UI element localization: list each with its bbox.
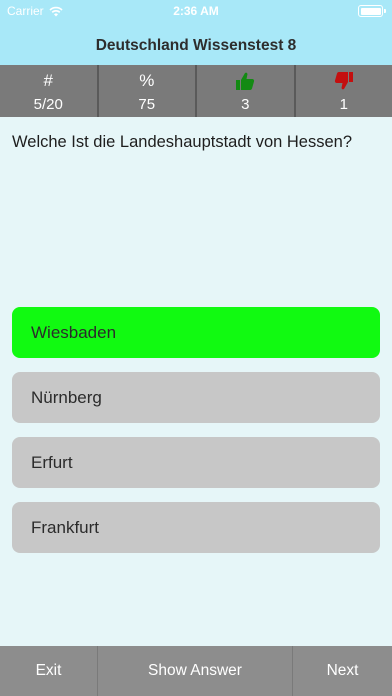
stat-value: 75 (138, 95, 156, 113)
question-text: Welche Ist die Landeshauptstadt von Hess… (12, 133, 352, 151)
next-button[interactable]: Next (292, 646, 392, 696)
stat-label: % (139, 70, 155, 90)
exit-button[interactable]: Exit (0, 646, 97, 696)
clock: 2:36 AM (173, 4, 219, 18)
bottom-toolbar: Exit Show Answer Next (0, 646, 392, 696)
status-bar: Carrier 2:36 AM (0, 0, 392, 22)
stat-question-number: # 5/20 (0, 65, 97, 117)
stat-value: 5/20 (33, 95, 63, 113)
stat-value: 3 (241, 95, 250, 113)
answer-button-2[interactable]: Nürnberg (12, 372, 380, 423)
thumbs-down-icon (334, 71, 353, 89)
page-title: Deutschland Wissenstest 8 (95, 37, 297, 54)
answer-button-4[interactable]: Frankfurt (12, 502, 380, 553)
stat-percent: % 75 (96, 65, 196, 117)
thumbs-up-icon (236, 72, 255, 90)
show-answer-button[interactable]: Show Answer (97, 646, 292, 696)
stats-bar: # 5/20 % 75 3 1 (0, 65, 392, 117)
battery-icon (358, 5, 386, 17)
stat-wrong: 1 (293, 65, 392, 117)
stat-value: 1 (339, 95, 348, 113)
answer-button-3[interactable]: Erfurt (12, 437, 380, 488)
stat-correct: 3 (195, 65, 294, 117)
header: Carrier 2:36 AM Deutschland Wissenstest … (0, 0, 392, 65)
stat-label: # (43, 70, 53, 90)
answer-button-1[interactable]: Wiesbaden (12, 307, 380, 358)
